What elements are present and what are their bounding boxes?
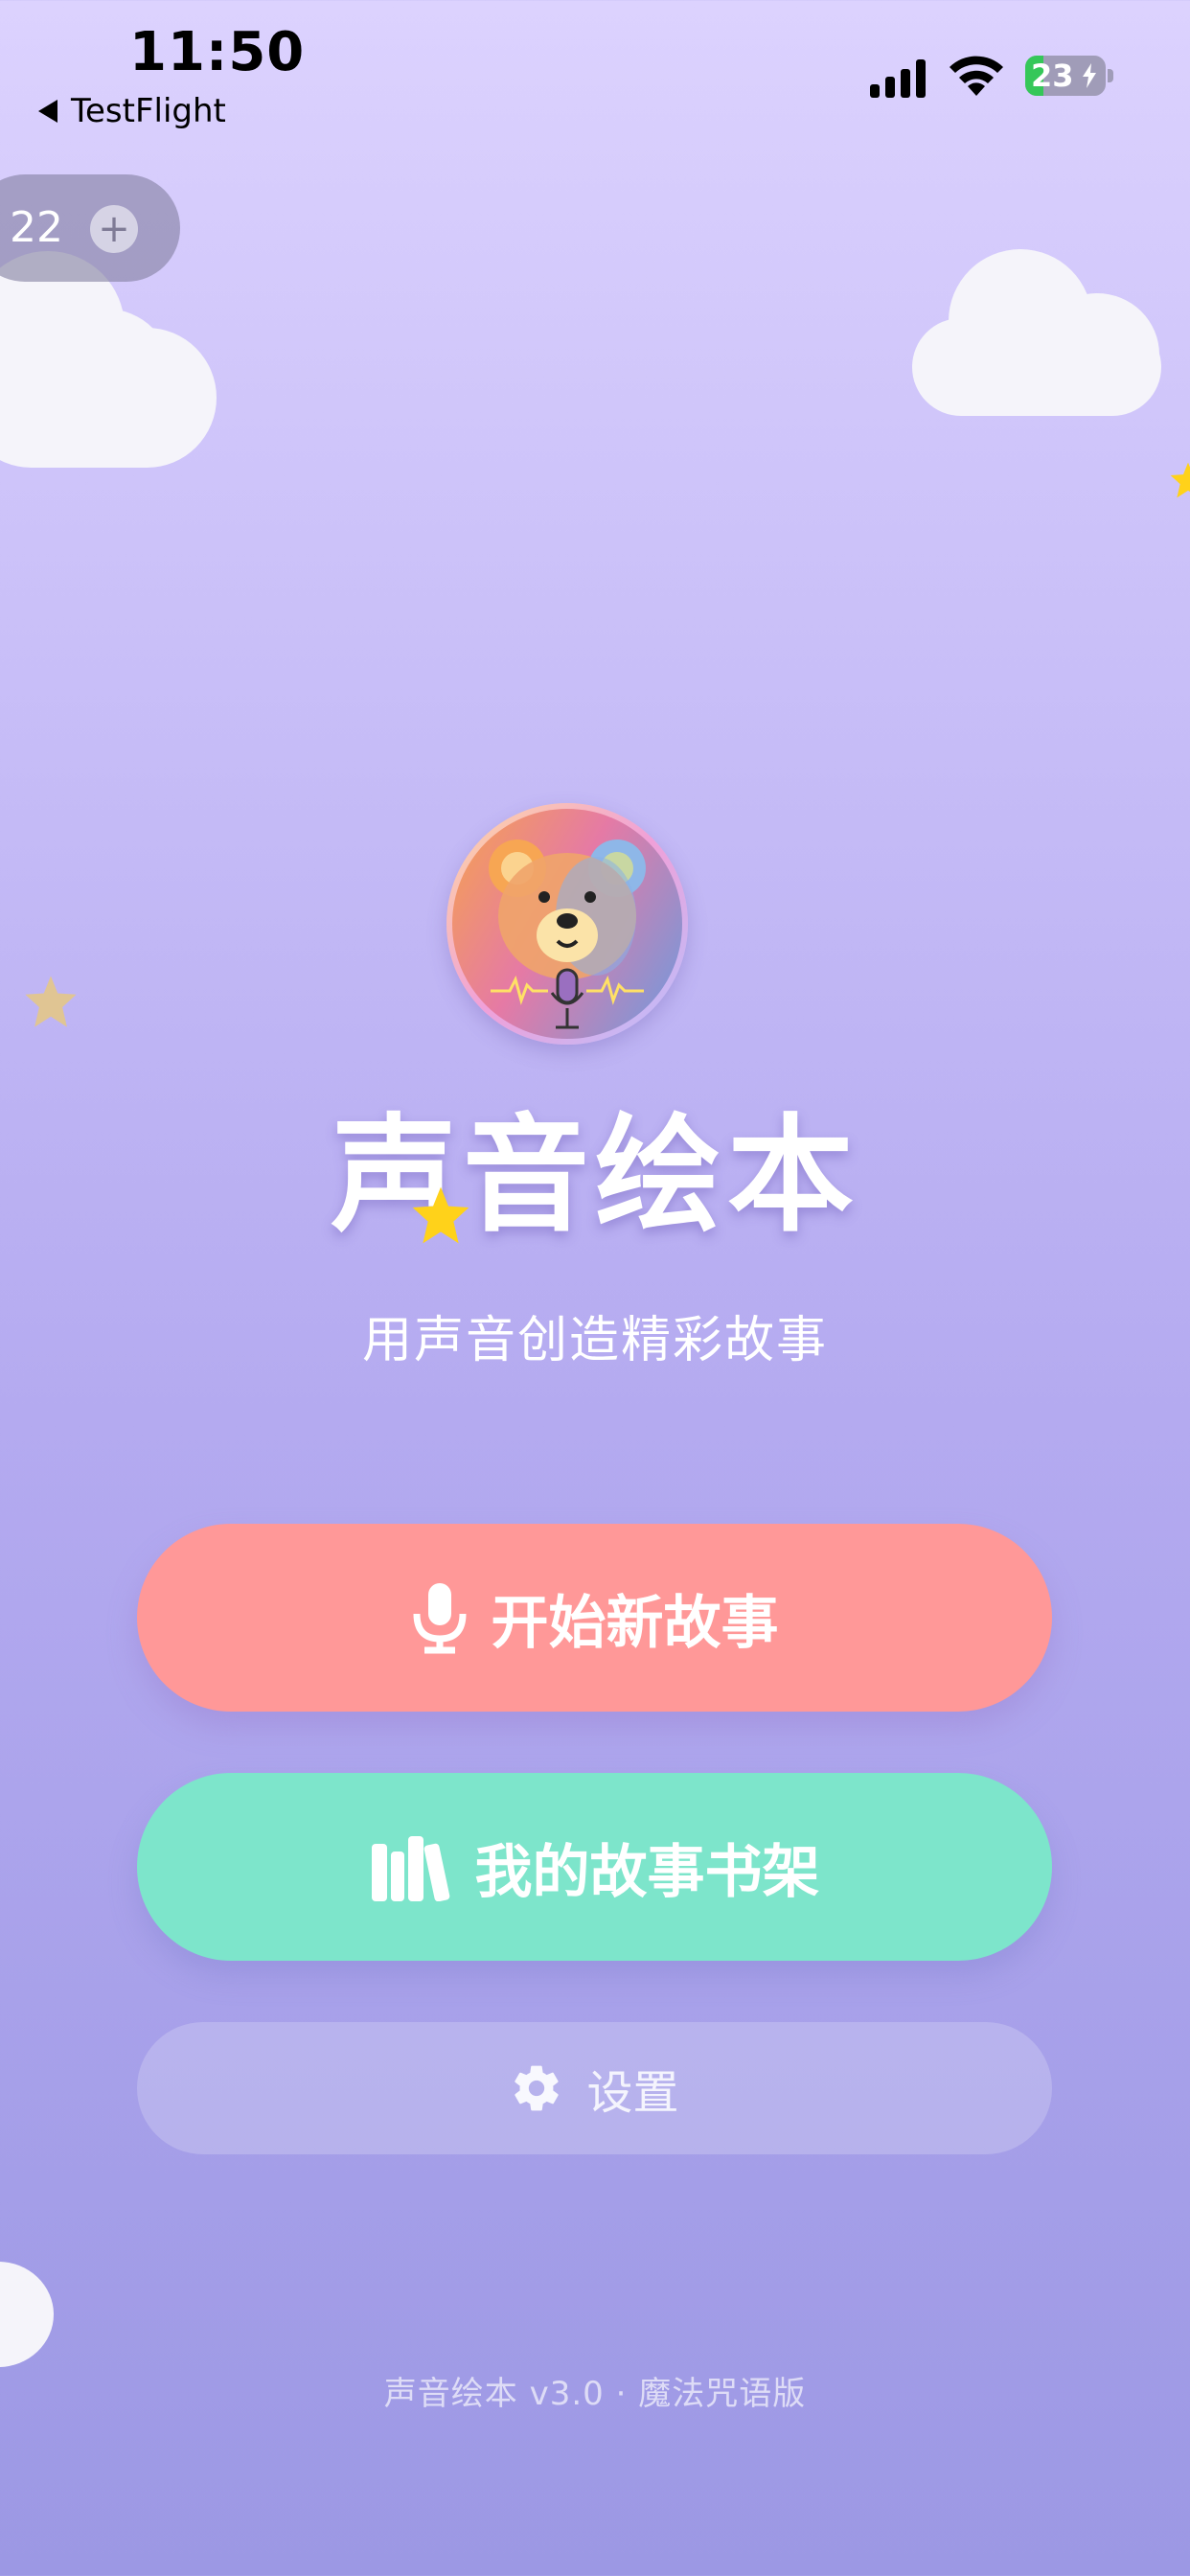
bear-microphone-icon bbox=[489, 840, 646, 1029]
plus-icon[interactable]: + bbox=[90, 205, 138, 253]
app-title: 声音绘本 bbox=[331, 1102, 859, 1250]
battery-cap bbox=[1108, 69, 1113, 82]
back-arrow-icon bbox=[38, 100, 57, 123]
wifi-icon bbox=[950, 56, 1003, 96]
my-bookshelf-label: 我的故事书架 bbox=[474, 1838, 820, 1906]
battery-percent: 23 bbox=[1031, 58, 1074, 94]
status-time: 11:50 bbox=[129, 21, 306, 83]
app-subtitle: 用声音创造精彩故事 bbox=[361, 1312, 828, 1369]
my-bookshelf-button[interactable]: 我的故事书架 bbox=[137, 1773, 1052, 1961]
start-new-story-label: 开始新故事 bbox=[491, 1589, 779, 1657]
app-logo bbox=[446, 803, 688, 1045]
microphone-icon bbox=[413, 1583, 466, 1654]
start-new-story-button[interactable]: 开始新故事 bbox=[137, 1524, 1052, 1712]
counter-value: 22 bbox=[10, 203, 63, 252]
back-label: TestFlight bbox=[71, 92, 226, 130]
star-icon bbox=[412, 1186, 469, 1244]
cloud-decoration bbox=[0, 251, 220, 468]
settings-label: 设置 bbox=[586, 2066, 679, 2120]
cloud-decoration bbox=[0, 2262, 56, 2367]
star-icon bbox=[1170, 462, 1190, 498]
battery-indicator: 23 bbox=[1025, 56, 1106, 96]
bookshelf-icon bbox=[371, 1836, 449, 1901]
star-icon bbox=[25, 976, 77, 1027]
charging-bolt-icon bbox=[1083, 63, 1096, 88]
cloud-decoration bbox=[912, 249, 1163, 416]
settings-button[interactable]: 设置 bbox=[137, 2022, 1052, 2154]
gear-icon bbox=[515, 2065, 560, 2111]
back-to-testflight[interactable]: TestFlight bbox=[38, 92, 226, 130]
cellular-signal-icon bbox=[870, 56, 926, 98]
version-footer: 声音绘本 v3.0 · 魔法咒语版 bbox=[383, 2375, 807, 2413]
